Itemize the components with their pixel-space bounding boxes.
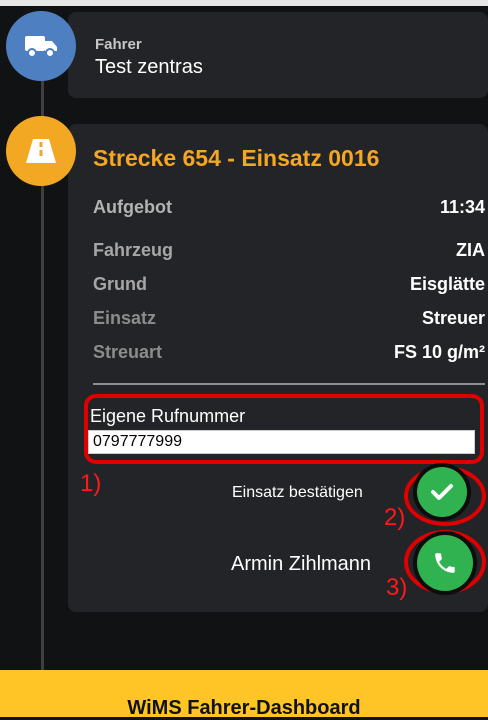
top-border xyxy=(0,0,488,6)
row-value-streuart: FS 10 g/m² xyxy=(393,342,485,362)
road-badge xyxy=(6,116,76,186)
check-icon xyxy=(431,484,453,500)
phone-input[interactable] xyxy=(88,430,475,454)
row-value-aufgebot: 11:34 xyxy=(439,197,485,217)
driver-label: Fahrer xyxy=(95,36,142,53)
row-label-fahrzeug: Fahrzeug xyxy=(93,240,174,260)
row-value-fahrzeug: ZIA xyxy=(456,240,485,260)
driver-card xyxy=(68,12,488,98)
row-label-aufgebot: Aufgebot xyxy=(93,197,172,217)
divider xyxy=(93,383,485,385)
row-label-grund: Grund xyxy=(93,274,147,294)
mission-title: Strecke 654 - Einsatz 0016 xyxy=(93,145,380,171)
annotation-1: 1) xyxy=(80,470,102,497)
annotation-3: 3) xyxy=(386,574,408,601)
road-icon xyxy=(26,139,56,163)
call-label[interactable]: Armin Zihlmann xyxy=(231,553,371,576)
driver-name: Test zentras xyxy=(95,56,203,78)
row-label-einsatz: Einsatz xyxy=(93,308,157,328)
confirm-label[interactable]: Einsatz bestätigen xyxy=(232,484,363,502)
annotation-2: 2) xyxy=(384,504,406,531)
phone-label: Eigene Rufnummer xyxy=(90,406,246,426)
truck-badge xyxy=(6,11,76,81)
row-value-grund: Eisglätte xyxy=(409,274,485,294)
truck-icon xyxy=(25,36,57,58)
row-value-einsatz: Streuer xyxy=(421,308,485,328)
row-label-streuart: Streuart xyxy=(93,342,163,362)
phone-icon xyxy=(435,553,455,573)
call-button[interactable] xyxy=(417,535,473,591)
confirm-button[interactable] xyxy=(417,467,467,517)
